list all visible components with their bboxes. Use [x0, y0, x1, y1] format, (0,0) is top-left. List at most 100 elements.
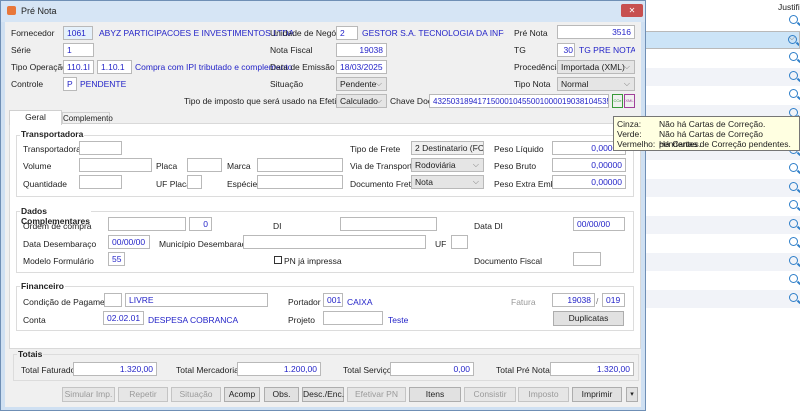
marca-input[interactable]: [257, 158, 343, 172]
search-icon[interactable]: [789, 255, 798, 265]
column-header-justificativa: Justific: [778, 2, 800, 12]
search-icon[interactable]: [789, 218, 798, 228]
tab-complemento[interactable]: Complemento: [62, 112, 113, 124]
tipo-operacao-code2-input[interactable]: 1.10.1: [97, 60, 132, 74]
especie-input[interactable]: [257, 175, 343, 189]
serie-input[interactable]: 1: [63, 43, 94, 57]
data-desembaraco-input[interactable]: 00/00/00: [108, 235, 150, 249]
background-row[interactable]: [645, 67, 800, 86]
tab-geral[interactable]: Geral: [9, 110, 62, 125]
documento-frete-select[interactable]: Nota: [411, 175, 484, 189]
duplicatas-button[interactable]: Duplicatas: [553, 311, 624, 326]
simular-imposto-button[interactable]: Simular Imp.: [62, 387, 115, 402]
condicao-pagamento-desc-input[interactable]: LIVRE: [125, 293, 268, 307]
background-row[interactable]: [645, 86, 800, 104]
fornecedor-code-input[interactable]: 1061: [63, 26, 93, 40]
chave-doc-input[interactable]: 4325031894171500010455001000019038104535…: [429, 94, 609, 108]
acomp-button[interactable]: Acomp: [224, 387, 260, 402]
search-icon[interactable]: [789, 89, 798, 98]
background-row[interactable]: [645, 49, 800, 67]
background-row[interactable]: [645, 252, 800, 271]
xml-icon[interactable]: XML: [624, 94, 635, 108]
background-row[interactable]: [645, 234, 800, 252]
search-icon[interactable]: [789, 237, 798, 246]
title-bar[interactable]: Pré Nota ✕: [1, 1, 645, 22]
tipo-nota-select[interactable]: Normal: [557, 77, 635, 91]
condicao-pagamento-code-input[interactable]: [104, 293, 122, 307]
tipo-imposto-select[interactable]: Calculado: [336, 94, 387, 108]
background-row[interactable]: [645, 160, 800, 178]
obs-button[interactable]: Obs.: [264, 387, 299, 402]
projeto-input[interactable]: [323, 311, 383, 325]
unidade-code-input[interactable]: 2: [336, 26, 358, 40]
tipo-operacao-label: Tipo Operação: [11, 62, 67, 72]
ordem-compra-label: Ordem de compra: [23, 221, 92, 231]
placa-input[interactable]: [187, 158, 222, 172]
desc-enc-button[interactable]: Desc./Enc.: [302, 387, 344, 402]
documento-fiscal-input[interactable]: [573, 252, 601, 266]
peso-extra-input[interactable]: 0,00000: [552, 175, 626, 189]
tg-code-input[interactable]: 30: [557, 43, 575, 57]
tipo-frete-select[interactable]: 2 Destinatario (FC: [411, 141, 484, 155]
imposto-button[interactable]: Imposto: [518, 387, 569, 402]
di-input[interactable]: [340, 217, 437, 231]
quantidade-input[interactable]: [79, 175, 122, 189]
background-row[interactable]: [645, 215, 800, 234]
municipio-desembaraco-input[interactable]: [243, 235, 426, 249]
consistir-button[interactable]: Consistir: [464, 387, 516, 402]
total-faturado-label: Total Faturado: [21, 365, 76, 375]
efetivar-pn-button[interactable]: Efetivar PN: [347, 387, 406, 402]
ordem-compra-item-input[interactable]: 0: [189, 217, 212, 231]
search-icon[interactable]: [789, 292, 798, 302]
background-row[interactable]: [645, 271, 800, 289]
background-row[interactable]: [645, 197, 800, 215]
more-options-dropdown[interactable]: ▾: [626, 387, 638, 402]
controle-code-input[interactable]: P: [63, 77, 77, 91]
nota-fiscal-input[interactable]: 19038: [336, 43, 387, 57]
search-icon[interactable]: [789, 181, 798, 191]
data-emissao-input[interactable]: 18/03/2025: [336, 60, 387, 74]
total-mercadorias-input[interactable]: 1.200,00: [237, 362, 321, 376]
situacao-button[interactable]: Situação: [171, 387, 221, 402]
placa-label: Placa: [156, 161, 178, 171]
imprimir-button[interactable]: Imprimir: [572, 387, 622, 402]
cce-icon[interactable]: CCe: [612, 94, 623, 108]
itens-button[interactable]: Itens: [409, 387, 461, 402]
transportadora-input[interactable]: [79, 141, 122, 155]
total-faturado-input[interactable]: 1.320,00: [73, 362, 157, 376]
volume-input[interactable]: [79, 158, 152, 172]
search-icon[interactable]: [789, 163, 798, 172]
conta-code-input[interactable]: 02.02.01: [103, 311, 144, 325]
fatura-parcela-input[interactable]: 019: [602, 293, 625, 307]
search-icon[interactable]: [789, 52, 798, 61]
procedencia-select[interactable]: Importada (XML): [557, 60, 635, 74]
pre-nota-input[interactable]: 3516: [557, 25, 635, 39]
background-row[interactable]: [645, 289, 800, 308]
uf-input[interactable]: [451, 235, 468, 249]
search-icon[interactable]: [789, 15, 798, 24]
peso-bruto-input[interactable]: 0,00000: [552, 158, 626, 172]
via-transporte-select[interactable]: Rodoviária: [411, 158, 484, 172]
total-servico-input[interactable]: 0,00: [390, 362, 474, 376]
ordem-compra-input[interactable]: [108, 217, 186, 231]
portador-code-input[interactable]: 001: [323, 293, 343, 307]
tipo-operacao-code1-input[interactable]: 110.1I: [63, 60, 94, 74]
pn-impressa-checkbox[interactable]: [274, 256, 282, 264]
search-icon[interactable]: [789, 274, 798, 283]
nota-fiscal-label: Nota Fiscal: [270, 45, 313, 55]
fatura-number-input[interactable]: 19038: [552, 293, 595, 307]
uf-placa-input[interactable]: [187, 175, 202, 189]
search-icon[interactable]: [789, 70, 798, 80]
background-row[interactable]: [645, 12, 800, 30]
background-row[interactable]: [645, 30, 800, 49]
close-button[interactable]: ✕: [621, 4, 643, 17]
modelo-formulario-input[interactable]: 55: [108, 252, 125, 266]
modelo-formulario-label: Modelo Formulário: [23, 256, 94, 266]
search-icon[interactable]: [788, 34, 797, 44]
situacao-select[interactable]: Pendente: [336, 77, 387, 91]
total-pre-nota-input[interactable]: 1.320,00: [550, 362, 634, 376]
repetir-button[interactable]: Repetir: [118, 387, 168, 402]
background-row[interactable]: [645, 178, 800, 197]
search-icon[interactable]: [789, 200, 798, 209]
data-di-input[interactable]: 00/00/00: [573, 217, 625, 231]
